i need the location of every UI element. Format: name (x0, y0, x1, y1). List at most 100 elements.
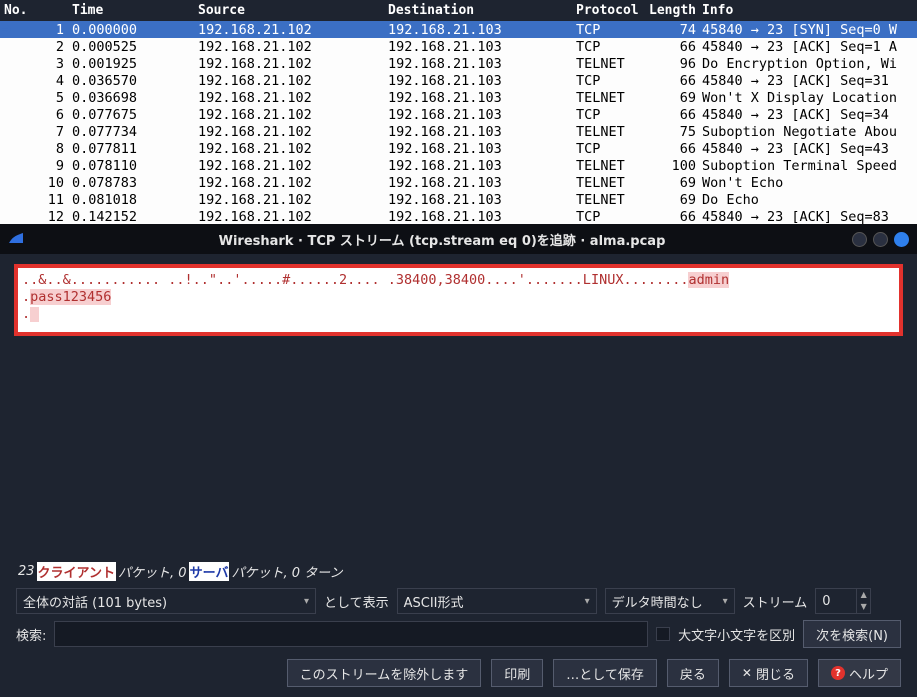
wireshark-fin-icon (8, 229, 24, 249)
col-header-no[interactable]: No. (0, 3, 72, 18)
cell: 192.168.21.103 (388, 107, 576, 123)
table-row[interactable]: 30.001925192.168.21.102192.168.21.103TEL… (0, 55, 917, 72)
filter-out-stream-button[interactable]: このストリームを除外します (287, 659, 482, 687)
window-maximize-button[interactable] (873, 232, 888, 247)
cell: 3 (0, 56, 72, 72)
save-as-button[interactable]: …として保存 (553, 659, 657, 687)
col-header-length[interactable]: Length (644, 3, 702, 18)
cell: 0.001925 (72, 56, 198, 72)
cell: 66 (644, 209, 702, 225)
cell: 0.081018 (72, 192, 198, 208)
credential-username: admin (688, 272, 729, 288)
packet-list[interactable]: No. Time Source Destination Protocol Len… (0, 0, 917, 224)
col-header-time[interactable]: Time (72, 3, 198, 18)
cell: Suboption Negotiate Abou (702, 124, 917, 140)
table-row[interactable]: 60.077675192.168.21.102192.168.21.103TCP… (0, 106, 917, 123)
case-sensitive-label: 大文字小文字を区別 (678, 625, 795, 644)
cell: Do Encryption Option, Wi (702, 56, 917, 72)
table-row[interactable]: 40.036570192.168.21.102192.168.21.103TCP… (0, 72, 917, 89)
chevron-down-icon: ▾ (715, 596, 728, 607)
cell: 45840 → 23 [ACK] Seq=34 (702, 107, 917, 123)
cell: 0.036570 (72, 73, 198, 89)
cell: TELNET (576, 192, 644, 208)
spin-up-icon[interactable]: ▲ (857, 589, 870, 601)
cell: 192.168.21.103 (388, 124, 576, 140)
cell: 192.168.21.102 (198, 124, 388, 140)
cell: 0.077811 (72, 141, 198, 157)
cell: 66 (644, 141, 702, 157)
chevron-down-icon: ▾ (296, 596, 309, 607)
spin-down-icon[interactable]: ▼ (857, 601, 870, 613)
window-close-button[interactable] (894, 232, 909, 247)
cell: 192.168.21.102 (198, 192, 388, 208)
chevron-down-icon: ▾ (577, 596, 590, 607)
cell: 69 (644, 90, 702, 106)
find-next-button[interactable]: 次を検索(N) (803, 620, 901, 648)
cell: 45840 → 23 [ACK] Seq=1 A (702, 39, 917, 55)
table-row[interactable]: 120.142152192.168.21.102192.168.21.103TC… (0, 208, 917, 225)
search-label: 検索: (16, 625, 46, 644)
cell: 10 (0, 175, 72, 191)
cell: TELNET (576, 124, 644, 140)
cell: 69 (644, 175, 702, 191)
cell: 0.142152 (72, 209, 198, 225)
cell: 192.168.21.103 (388, 90, 576, 106)
cell: 192.168.21.102 (198, 158, 388, 174)
format-select[interactable]: ASCII形式▾ (397, 588, 597, 614)
stream-number-spin[interactable]: 0 ▲▼ (815, 588, 871, 614)
table-row[interactable]: 90.078110192.168.21.102192.168.21.103TEL… (0, 157, 917, 174)
text-caret (30, 307, 39, 322)
client-tag: クライアント (37, 562, 116, 581)
stream-content[interactable]: ..&..&........... ..!.."..'.....#......2… (22, 272, 895, 323)
cell: 0.000000 (72, 22, 198, 38)
table-row[interactable]: 70.077734192.168.21.102192.168.21.103TEL… (0, 123, 917, 140)
table-row[interactable]: 50.036698192.168.21.102192.168.21.103TEL… (0, 89, 917, 106)
col-header-protocol[interactable]: Protocol (576, 3, 644, 18)
table-row[interactable]: 100.078783192.168.21.102192.168.21.103TE… (0, 174, 917, 191)
packet-list-header[interactable]: No. Time Source Destination Protocol Len… (0, 0, 917, 21)
print-button[interactable]: 印刷 (491, 659, 543, 687)
cell: TELNET (576, 90, 644, 106)
cell: 0.077734 (72, 124, 198, 140)
table-row[interactable]: 110.081018192.168.21.102192.168.21.103TE… (0, 191, 917, 208)
search-input[interactable] (54, 621, 648, 647)
cell: 66 (644, 73, 702, 89)
cell: 4 (0, 73, 72, 89)
cell: Do Echo (702, 192, 917, 208)
col-header-destination[interactable]: Destination (388, 3, 576, 18)
close-button[interactable]: ✕ 閉じる (729, 659, 808, 687)
cell: 192.168.21.102 (198, 107, 388, 123)
show-as-label: として表示 (324, 592, 389, 611)
conversation-select[interactable]: 全体の対話 (101 bytes)▾ (16, 588, 316, 614)
cell: 7 (0, 124, 72, 140)
cell: 192.168.21.103 (388, 73, 576, 89)
cell: TCP (576, 141, 644, 157)
cell: 192.168.21.102 (198, 56, 388, 72)
cell: 74 (644, 22, 702, 38)
cell: 192.168.21.102 (198, 209, 388, 225)
cell: 0.000525 (72, 39, 198, 55)
table-row[interactable]: 10.000000192.168.21.102192.168.21.103TCP… (0, 21, 917, 38)
cell: Suboption Terminal Speed (702, 158, 917, 174)
cell: 192.168.21.103 (388, 39, 576, 55)
window-minimize-button[interactable] (852, 232, 867, 247)
dialog-titlebar[interactable]: Wireshark · TCP ストリーム (tcp.stream eq 0)を… (0, 224, 917, 254)
cell: 45840 → 23 [ACK] Seq=43 (702, 141, 917, 157)
col-header-info[interactable]: Info (702, 3, 917, 18)
case-sensitive-checkbox[interactable] (656, 627, 670, 641)
cell: 192.168.21.103 (388, 192, 576, 208)
table-row[interactable]: 20.000525192.168.21.102192.168.21.103TCP… (0, 38, 917, 55)
cell: 6 (0, 107, 72, 123)
table-row[interactable]: 80.077811192.168.21.102192.168.21.103TCP… (0, 140, 917, 157)
cell: 66 (644, 107, 702, 123)
col-header-source[interactable]: Source (198, 3, 388, 18)
cell: 11 (0, 192, 72, 208)
delta-time-select[interactable]: デルタ時間なし▾ (605, 588, 735, 614)
cell: 0.036698 (72, 90, 198, 106)
cell: 0.078783 (72, 175, 198, 191)
cell: Won't X Display Location (702, 90, 917, 106)
cell: 192.168.21.103 (388, 158, 576, 174)
help-button[interactable]: ? ヘルプ (818, 659, 901, 687)
cell: 5 (0, 90, 72, 106)
back-button[interactable]: 戻る (667, 659, 719, 687)
